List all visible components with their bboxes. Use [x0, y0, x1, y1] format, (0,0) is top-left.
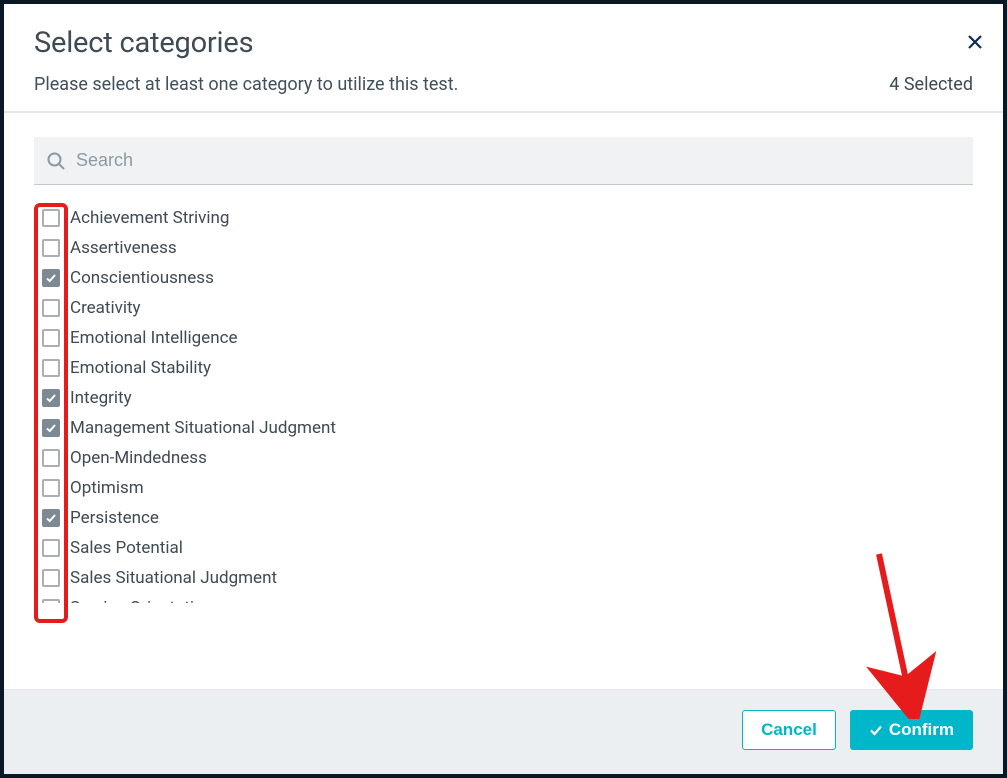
confirm-label: Confirm: [889, 720, 954, 740]
category-checkbox[interactable]: [42, 359, 60, 377]
category-row[interactable]: Emotional Stability: [38, 353, 973, 383]
cancel-button[interactable]: Cancel: [742, 710, 836, 750]
category-checkbox[interactable]: [42, 269, 60, 287]
category-label: Integrity: [70, 388, 132, 408]
confirm-button[interactable]: Confirm: [850, 710, 973, 750]
category-checkbox[interactable]: [42, 299, 60, 317]
check-icon: [869, 723, 883, 737]
category-checkbox[interactable]: [42, 209, 60, 227]
category-label: Conscientiousness: [70, 268, 214, 288]
checkmark-icon: [45, 272, 57, 284]
category-row[interactable]: Open-Mindedness: [38, 443, 973, 473]
category-label: Management Situational Judgment: [70, 418, 336, 438]
category-checkbox[interactable]: [42, 539, 60, 557]
modal-title: Select categories: [34, 26, 973, 60]
category-row[interactable]: Achievement Striving: [38, 203, 973, 233]
category-checkbox[interactable]: [42, 449, 60, 467]
search-box[interactable]: [34, 137, 973, 185]
category-label: Assertiveness: [70, 238, 177, 258]
modal-subrow: Please select at least one category to u…: [34, 74, 973, 95]
category-row[interactable]: Assertiveness: [38, 233, 973, 263]
category-label: Sales Situational Judgment: [70, 568, 277, 588]
modal-footer: Cancel Confirm: [4, 689, 1003, 774]
category-list[interactable]: Achievement Striving Assertiveness Conscie…: [34, 203, 973, 603]
category-row[interactable]: Management Situational Judgment: [38, 413, 973, 443]
category-label: Service Orientation: [70, 598, 213, 603]
category-checkbox[interactable]: [42, 509, 60, 527]
checkmark-icon: [45, 422, 57, 434]
category-list-wrap: Achievement Striving Assertiveness Conscie…: [34, 203, 973, 679]
category-checkbox[interactable]: [42, 329, 60, 347]
category-row[interactable]: Service Orientation: [38, 593, 973, 603]
category-label: Creativity: [70, 298, 141, 318]
category-row[interactable]: Integrity: [38, 383, 973, 413]
cancel-label: Cancel: [761, 720, 817, 740]
selected-count: 4 Selected: [889, 74, 973, 95]
category-row[interactable]: Sales Potential: [38, 533, 973, 563]
category-label: Open-Mindedness: [70, 448, 207, 468]
select-categories-modal: Select categories Please select at least…: [4, 4, 1003, 774]
category-row[interactable]: Optimism: [38, 473, 973, 503]
category-checkbox[interactable]: [42, 599, 60, 603]
modal-body: Achievement Striving Assertiveness Conscie…: [4, 113, 1003, 689]
category-label: Sales Potential: [70, 538, 183, 558]
category-label: Emotional Stability: [70, 358, 211, 378]
category-label: Persistence: [70, 508, 159, 528]
category-label: Emotional Intelligence: [70, 328, 238, 348]
category-row[interactable]: Persistence: [38, 503, 973, 533]
modal-header: Select categories Please select at least…: [4, 4, 1003, 113]
category-row[interactable]: Sales Situational Judgment: [38, 563, 973, 593]
close-icon: [968, 35, 982, 49]
category-checkbox[interactable]: [42, 419, 60, 437]
category-row[interactable]: Creativity: [38, 293, 973, 323]
category-checkbox[interactable]: [42, 389, 60, 407]
search-input[interactable]: [76, 150, 961, 171]
checkmark-icon: [45, 392, 57, 404]
category-row[interactable]: Conscientiousness: [38, 263, 973, 293]
modal-subtitle: Please select at least one category to u…: [34, 74, 458, 95]
category-checkbox[interactable]: [42, 479, 60, 497]
category-label: Optimism: [70, 478, 144, 498]
category-label: Achievement Striving: [70, 208, 229, 228]
category-row[interactable]: Emotional Intelligence: [38, 323, 973, 353]
category-checkbox[interactable]: [42, 569, 60, 587]
checkmark-icon: [45, 512, 57, 524]
search-icon: [46, 151, 66, 171]
close-button[interactable]: [965, 32, 985, 52]
category-checkbox[interactable]: [42, 239, 60, 257]
